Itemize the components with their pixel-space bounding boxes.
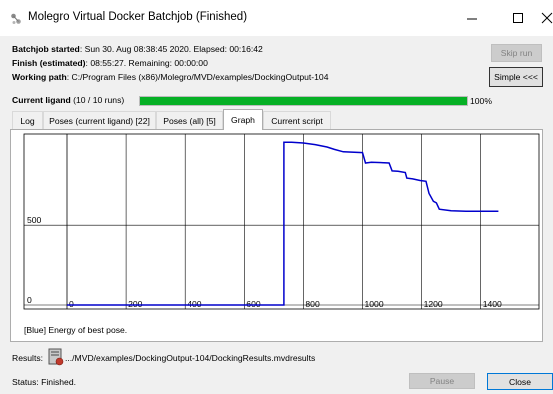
results-file-icon[interactable] (48, 348, 64, 366)
chart-x-tick-label: 1200 (424, 299, 443, 309)
started-label: Batchjob started (12, 44, 80, 54)
energy-chart: 02004006008001000120014001600500 [Blue] … (23, 133, 542, 335)
path-label: Working path (12, 72, 67, 82)
working-path-line: Working path: C:/Program Files (x86)/Mol… (12, 72, 328, 82)
chart-legend-text: [Blue] Energy of best pose. (24, 325, 127, 335)
tab-current-script[interactable]: Current script (263, 111, 331, 129)
window-title: Molegro Virtual Docker Batchjob (Finishe… (28, 11, 248, 23)
chart-x-tick-label: 400 (187, 299, 202, 309)
pause-button[interactable]: Pause (409, 373, 475, 389)
finish-value: : 08:55:27. Remaining: 00:00:00 (85, 58, 208, 68)
progress-percent: 100% (470, 96, 492, 106)
close-icon (541, 12, 553, 24)
ligand-value: (10 / 10 runs) (70, 95, 125, 105)
minimize-button[interactable] (449, 0, 495, 36)
chart-plot-frame (23, 133, 540, 310)
close-window-button[interactable] (541, 0, 553, 36)
chart-x-tick-label: 200 (128, 299, 143, 309)
results-path-link[interactable]: .../MVD/examples/DockingOutput-104/Docki… (65, 353, 315, 363)
finish-estimated-line: Finish (estimated): 08:55:27. Remaining:… (12, 58, 208, 68)
ligand-progress-bar (139, 96, 468, 106)
close-button[interactable]: Close (487, 373, 553, 390)
chart-x-tick-label: 1000 (365, 299, 384, 309)
chart-x-tick-label: 1400 (483, 299, 502, 309)
batchjob-started-line: Batchjob started: Sun 30. Aug 08:38:45 2… (12, 44, 263, 54)
ligand-label: Current ligand (12, 95, 71, 105)
chart-x-tick-label: 600 (246, 299, 261, 309)
tab-poses-all[interactable]: Poses (all) [5] (156, 111, 223, 129)
skip-run-button[interactable]: Skip run (491, 44, 542, 62)
graph-panel: 02004006008001000120014001600500 [Blue] … (10, 129, 543, 342)
finish-label: Finish (estimated) (12, 58, 86, 68)
title-bar: Molegro Virtual Docker Batchjob (Finishe… (0, 0, 553, 36)
tab-log[interactable]: Log (12, 111, 43, 129)
path-value: : C:/Program Files (x86)/Molegro/MVD/exa… (66, 72, 329, 82)
status-text: Status: Finished. (12, 377, 77, 387)
progress-fill (140, 97, 467, 105)
molecule-icon (11, 13, 21, 24)
chart-y-tick-label: 500 (27, 215, 42, 225)
chart-y-tick-label: 0 (27, 295, 32, 305)
started-value: : Sun 30. Aug 08:38:45 2020. Elapsed: 00… (79, 44, 263, 54)
chart-x-tick-label: 0 (69, 299, 74, 309)
minimize-icon (467, 18, 477, 20)
maximize-button[interactable] (495, 0, 541, 36)
chart-x-tick-label: 800 (305, 299, 320, 309)
results-label: Results: (12, 353, 44, 363)
chart-series-line-energy (67, 141, 499, 306)
current-ligand-line: Current ligand (10 / 10 runs) (12, 95, 124, 105)
maximize-icon (513, 13, 523, 23)
simple-view-button[interactable]: Simple <<< (489, 67, 543, 87)
tab-poses-current-ligand[interactable]: Poses (current ligand) [22] (43, 111, 156, 129)
tab-graph[interactable]: Graph (223, 109, 263, 130)
